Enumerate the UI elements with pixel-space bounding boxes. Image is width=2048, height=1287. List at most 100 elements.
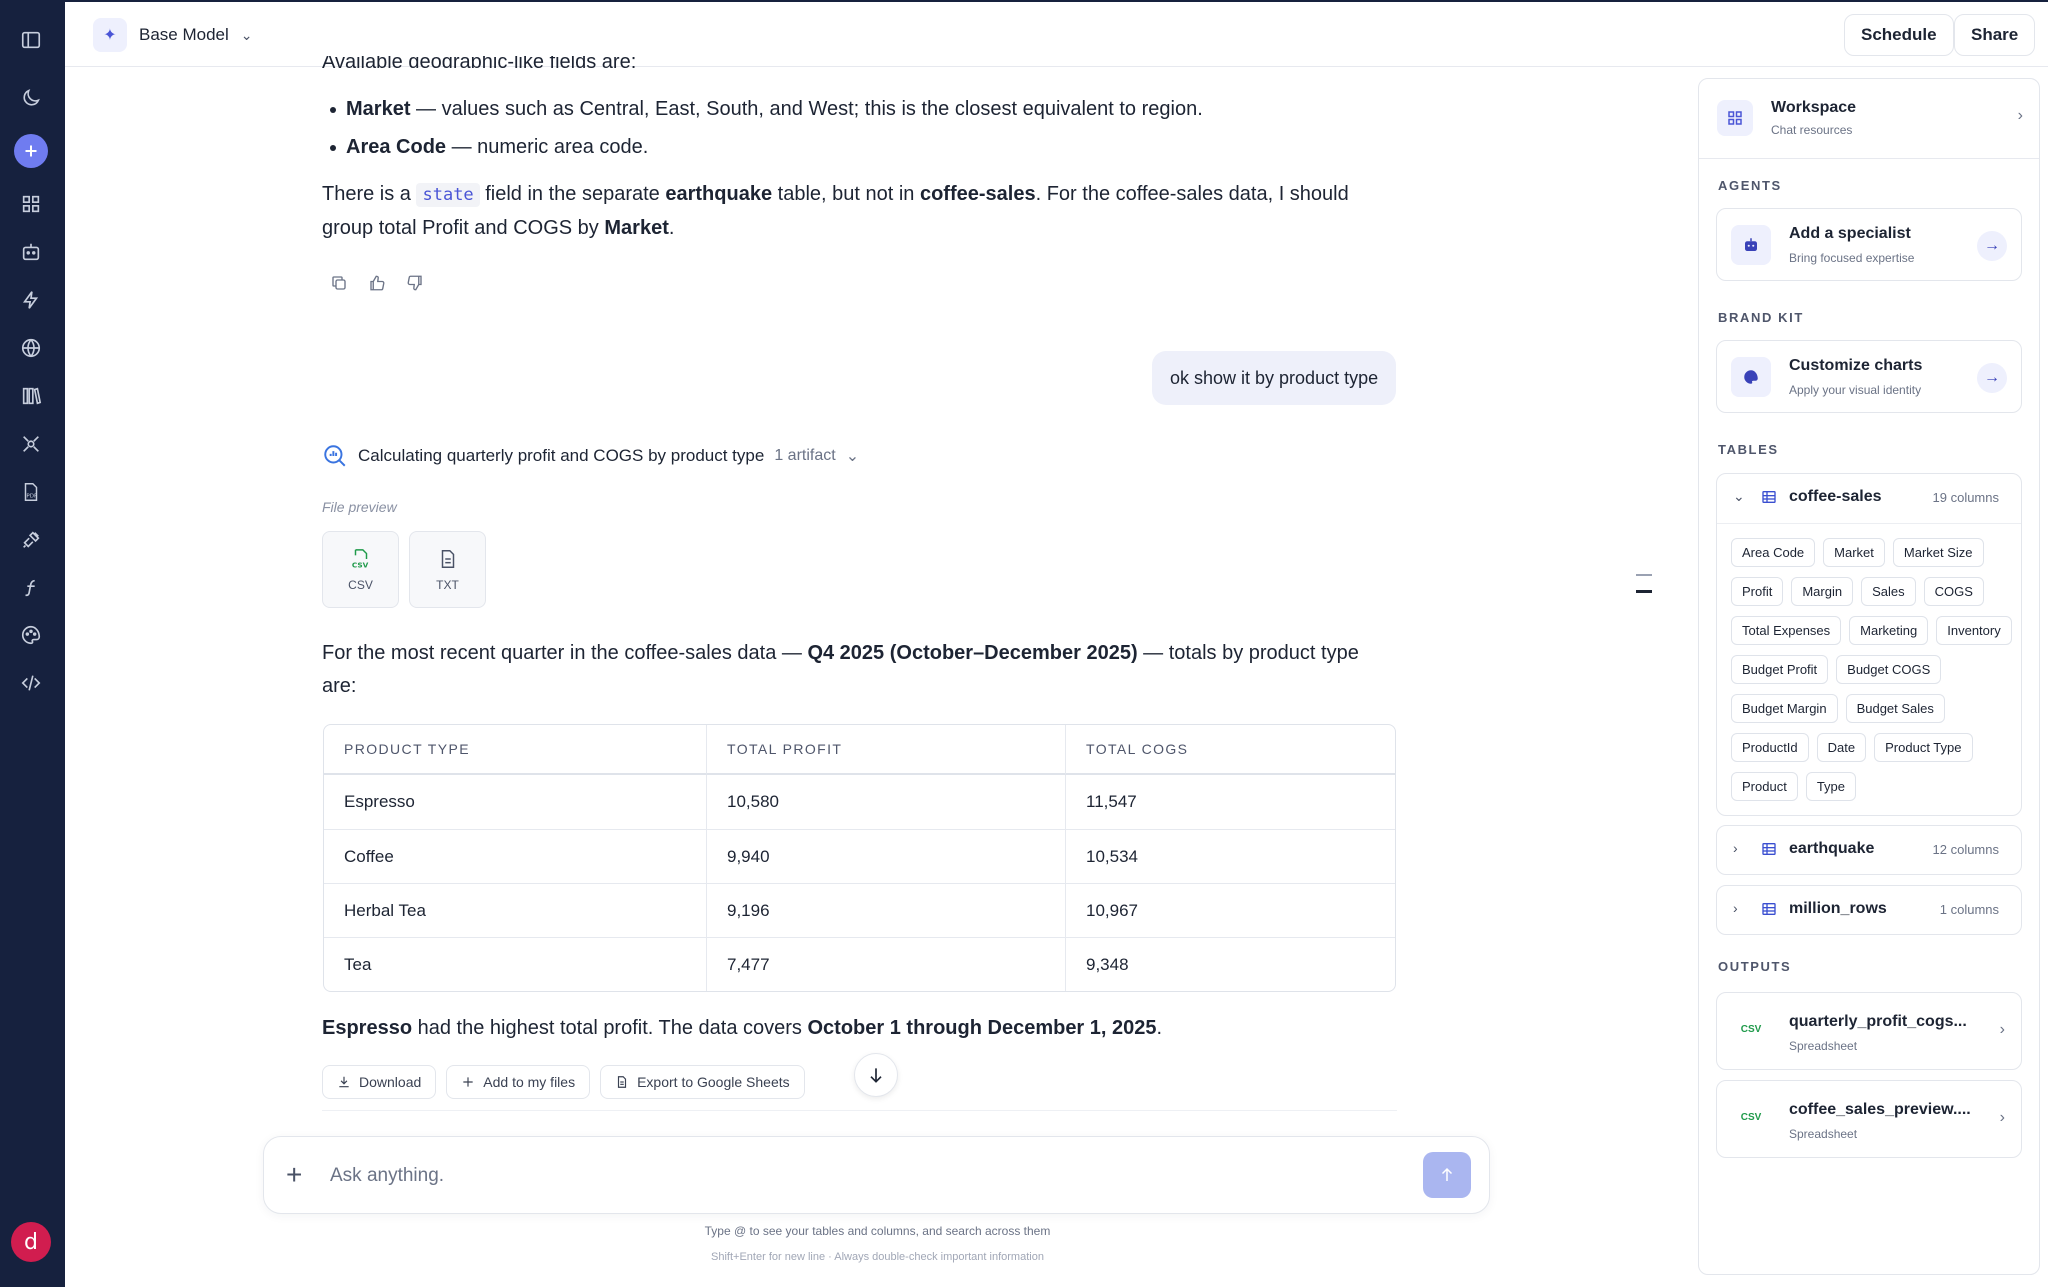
column-chip[interactable]: Budget Sales	[1845, 694, 1945, 723]
chat-input[interactable]	[330, 1159, 1330, 1193]
message-scroll-markers[interactable]	[1636, 574, 1652, 607]
divider	[322, 1110, 1397, 1111]
column-chip[interactable]: Marketing	[1849, 616, 1929, 645]
schedule-button[interactable]: Schedule	[1844, 14, 1954, 56]
palette-icon[interactable]	[16, 620, 46, 650]
workspace-subtitle: Chat resources	[1771, 123, 1853, 137]
column-chip[interactable]: Area Code	[1731, 538, 1816, 567]
bold-text: Espresso	[322, 1017, 413, 1039]
download-icon	[339, 1076, 349, 1088]
csv-icon-text: CSV	[1740, 1023, 1762, 1035]
table-header-row: PRODUCT TYPE TOTAL PROFIT TOTAL COGS	[324, 725, 1395, 775]
thumbs-down-icon[interactable]	[404, 272, 426, 294]
column-chip[interactable]: Margin	[1791, 577, 1854, 606]
text: field in the separate	[479, 183, 666, 205]
satellite-icon[interactable]	[16, 429, 46, 459]
column-chip[interactable]: Market Size	[1892, 538, 1984, 567]
table-earthquake[interactable]: › earthquake 12 columns	[1716, 825, 2022, 875]
table-row-header[interactable]: ⌄ coffee-sales 19 columns	[1717, 474, 2021, 524]
output-file-card[interactable]: CSV coffee_sales_preview.... Spreadsheet…	[1716, 1080, 2022, 1158]
chevron-right-icon: ›	[1733, 900, 1738, 916]
table-name: million_rows	[1789, 900, 1887, 917]
agents-header: AGENTS	[1718, 178, 1782, 193]
send-button[interactable]	[1423, 1152, 1471, 1198]
grid-icon[interactable]	[16, 189, 46, 219]
column-chip[interactable]: Profit	[1731, 577, 1784, 606]
globe-icon[interactable]	[16, 333, 46, 363]
table-million-rows[interactable]: › million_rows 1 columns	[1716, 885, 2022, 935]
scroll-marker-active[interactable]	[1636, 590, 1652, 593]
function-icon[interactable]	[16, 573, 46, 603]
model-label: Base Model	[139, 25, 229, 44]
code-icon[interactable]	[16, 668, 46, 698]
tool-call-header[interactable]: Calculating quarterly profit and COGS by…	[322, 443, 859, 469]
file-preview-label: File preview	[322, 499, 397, 515]
copy-icon[interactable]	[328, 272, 350, 294]
model-selector[interactable]: ✦ Base Model ⌄	[93, 18, 253, 52]
outputs-header: OUTPUTS	[1718, 959, 1792, 974]
export-sheets-button[interactable]: Export to Google Sheets	[600, 1065, 805, 1099]
robot-icon[interactable]	[16, 237, 46, 267]
sidebar-toggle-icon[interactable]	[16, 25, 46, 55]
bold-text: coffee-sales	[919, 183, 1036, 205]
moon-icon[interactable]	[16, 83, 46, 113]
bolt-icon[interactable]	[16, 285, 46, 315]
output-name: coffee_sales_preview....	[1789, 1101, 1971, 1118]
text: .	[668, 217, 675, 239]
file-card-csv[interactable]: CSV CSV	[322, 531, 399, 608]
column-chip[interactable]: Sales	[1861, 577, 1916, 606]
column-chip[interactable]: Total Expenses	[1731, 616, 1842, 645]
workspace-header[interactable]: Workspace Chat resources ›	[1699, 79, 2039, 159]
add-specialist-card[interactable]: Add a specialist Bring focused expertise…	[1716, 208, 2022, 281]
column-chip[interactable]: ProductId	[1731, 733, 1809, 762]
table-cell: Tea	[324, 937, 706, 991]
column-chip[interactable]: Product	[1731, 772, 1798, 801]
plug-icon[interactable]	[16, 525, 46, 555]
share-button[interactable]: Share	[1954, 14, 2036, 56]
column-chip[interactable]: Budget Margin	[1731, 694, 1838, 723]
add-to-files-button[interactable]: Add to my files	[446, 1065, 591, 1099]
bold-text: Market	[604, 217, 669, 239]
card-title: Add a specialist	[1789, 225, 1911, 242]
new-chat-button[interactable]	[14, 134, 48, 168]
text: .	[1156, 1017, 1163, 1039]
attach-plus-icon[interactable]: +	[286, 1161, 302, 1189]
scroll-marker[interactable]	[1636, 574, 1652, 576]
table-cell: 10,534	[1065, 829, 1395, 883]
csv-file-icon: CSV	[351, 548, 368, 569]
pdf-icon[interactable]: PDF	[16, 477, 46, 507]
table-cell: Espresso	[344, 792, 415, 811]
column-chips: Area Code Market Market Size Profit Marg…	[1731, 538, 2013, 801]
column-chip[interactable]: Inventory	[1936, 616, 2012, 645]
text: For the most recent quarter in the coffe…	[322, 642, 808, 664]
thumbs-up-icon[interactable]	[366, 272, 388, 294]
scroll-to-bottom-button[interactable]	[854, 1053, 898, 1097]
tables-header: TABLES	[1718, 442, 1779, 457]
column-chip[interactable]: Budget Profit	[1731, 655, 1829, 684]
file-card-txt[interactable]: TXT	[409, 531, 486, 608]
chevron-down-icon: ⌄	[240, 26, 253, 43]
card-title: Customize charts	[1789, 357, 1923, 374]
table-icon	[1761, 901, 1777, 922]
column-chip[interactable]: Type	[1805, 772, 1856, 801]
column-chip[interactable]: Product Type	[1874, 733, 1973, 762]
column-header: TOTAL COGS	[1065, 725, 1395, 775]
download-button[interactable]: Download	[322, 1065, 437, 1099]
bullet-text: — values such as Central, East, South, a…	[410, 98, 1203, 120]
column-chip[interactable]: Budget COGS	[1836, 655, 1942, 684]
column-chip[interactable]: Date	[1816, 733, 1867, 762]
bullet-bold: Market	[346, 98, 411, 120]
tool-title: Calculating quarterly profit and COGS by…	[358, 446, 765, 465]
svg-text:CSV: CSV	[351, 560, 368, 569]
bullet-text: — numeric area code.	[446, 136, 649, 158]
customize-charts-card[interactable]: Customize charts Apply your visual ident…	[1716, 340, 2022, 413]
library-icon[interactable]	[16, 381, 46, 411]
column-chip[interactable]: Market	[1823, 538, 1885, 567]
output-file-card[interactable]: CSV quarterly_profit_cogs... Spreadsheet…	[1716, 992, 2022, 1070]
table-cell: 11,547	[1065, 775, 1395, 829]
table-cell: 9,940	[706, 829, 1065, 883]
table-row: Coffee 9,940 10,534	[324, 829, 1395, 883]
chevron-right-icon: ›	[2017, 107, 2023, 124]
column-chip[interactable]: COGS	[1923, 577, 1984, 606]
arrow-down-icon	[870, 1068, 882, 1083]
